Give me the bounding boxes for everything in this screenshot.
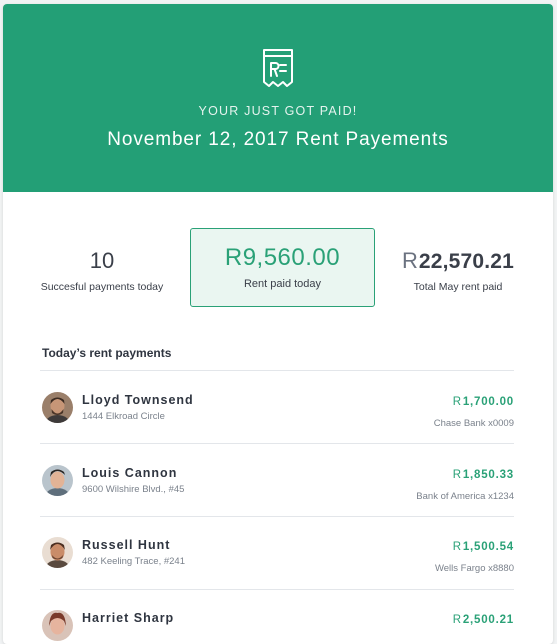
- stat-label: Succesful payments today: [40, 281, 164, 293]
- payment-amount: R1,850.33: [453, 469, 514, 481]
- stat-amount: 22,570.21: [418, 250, 515, 273]
- tenant-address: 482 Keeling Trace, #241: [82, 556, 185, 567]
- payment-amount: R1,700.00: [453, 396, 514, 408]
- tenant-name: Russell Hunt: [82, 538, 171, 552]
- stat-total-may-rent: R22,570.21 Total May rent paid: [395, 248, 521, 293]
- amount-value: 2,500.21: [462, 614, 514, 626]
- tenant-name: Lloyd Townsend: [82, 393, 194, 407]
- currency-symbol: R: [401, 248, 418, 273]
- bank-account: Chase Bank x0009: [433, 418, 514, 429]
- currency-symbol: R: [452, 469, 462, 481]
- stat-value: R22,570.21: [395, 248, 521, 274]
- page-title: November 12, 2017 Rent Payements: [107, 129, 449, 150]
- bank-account: Wells Fargo x8880: [434, 563, 514, 574]
- avatar: [42, 465, 73, 496]
- payment-amount: R1,500.54: [453, 541, 514, 553]
- currency-symbol: R: [452, 396, 462, 408]
- bank-account: Bank of America x1234: [416, 491, 514, 502]
- amount-value: 1,500.54: [462, 541, 514, 553]
- amount-value: 1,700.00: [462, 396, 514, 408]
- tenant-address: 1444 Elkroad Circle: [82, 411, 165, 422]
- tenant-address: 9600 Wilshire Blvd., #45: [82, 484, 185, 495]
- stat-value: R9,560.00: [224, 244, 341, 271]
- amount-value: 1,850.33: [462, 469, 514, 481]
- payment-amount: R2,500.21: [453, 614, 514, 626]
- stat-rent-paid-today: R9,560.00 Rent paid today: [190, 228, 375, 307]
- payment-row[interactable]: Louis Cannon 9600 Wilshire Blvd., #45 R1…: [40, 444, 514, 516]
- tenant-name: Harriet Sharp: [82, 611, 175, 625]
- header-kicker: YOUR JUST GOT PAID!: [198, 104, 358, 118]
- stat-label: Rent paid today: [243, 278, 322, 290]
- header-banner: YOUR JUST GOT PAID! November 12, 2017 Re…: [3, 4, 553, 192]
- receipt-icon: [263, 49, 293, 87]
- payment-row[interactable]: Lloyd Townsend 1444 Elkroad Circle R1,70…: [40, 371, 514, 443]
- stat-value: 10: [89, 248, 115, 273]
- tenant-name: Louis Cannon: [82, 466, 178, 480]
- stat-successful-payments: 10 Succesful payments today: [39, 248, 165, 293]
- currency-symbol: R: [452, 614, 462, 626]
- payment-row[interactable]: Russell Hunt 482 Keeling Trace, #241 R1,…: [40, 516, 514, 588]
- currency-symbol: R: [452, 541, 462, 553]
- section-title: Today’s rent payments: [42, 346, 172, 360]
- stats-row: 10 Succesful payments today R9,560.00 Re…: [3, 228, 553, 308]
- avatar: [42, 537, 73, 568]
- avatar: [42, 610, 73, 641]
- avatar: [42, 392, 73, 423]
- payment-summary-card: YOUR JUST GOT PAID! November 12, 2017 Re…: [3, 4, 553, 644]
- stat-label: Total May rent paid: [413, 281, 503, 293]
- payment-row[interactable]: Harriet Sharp R2,500.21: [40, 589, 514, 644]
